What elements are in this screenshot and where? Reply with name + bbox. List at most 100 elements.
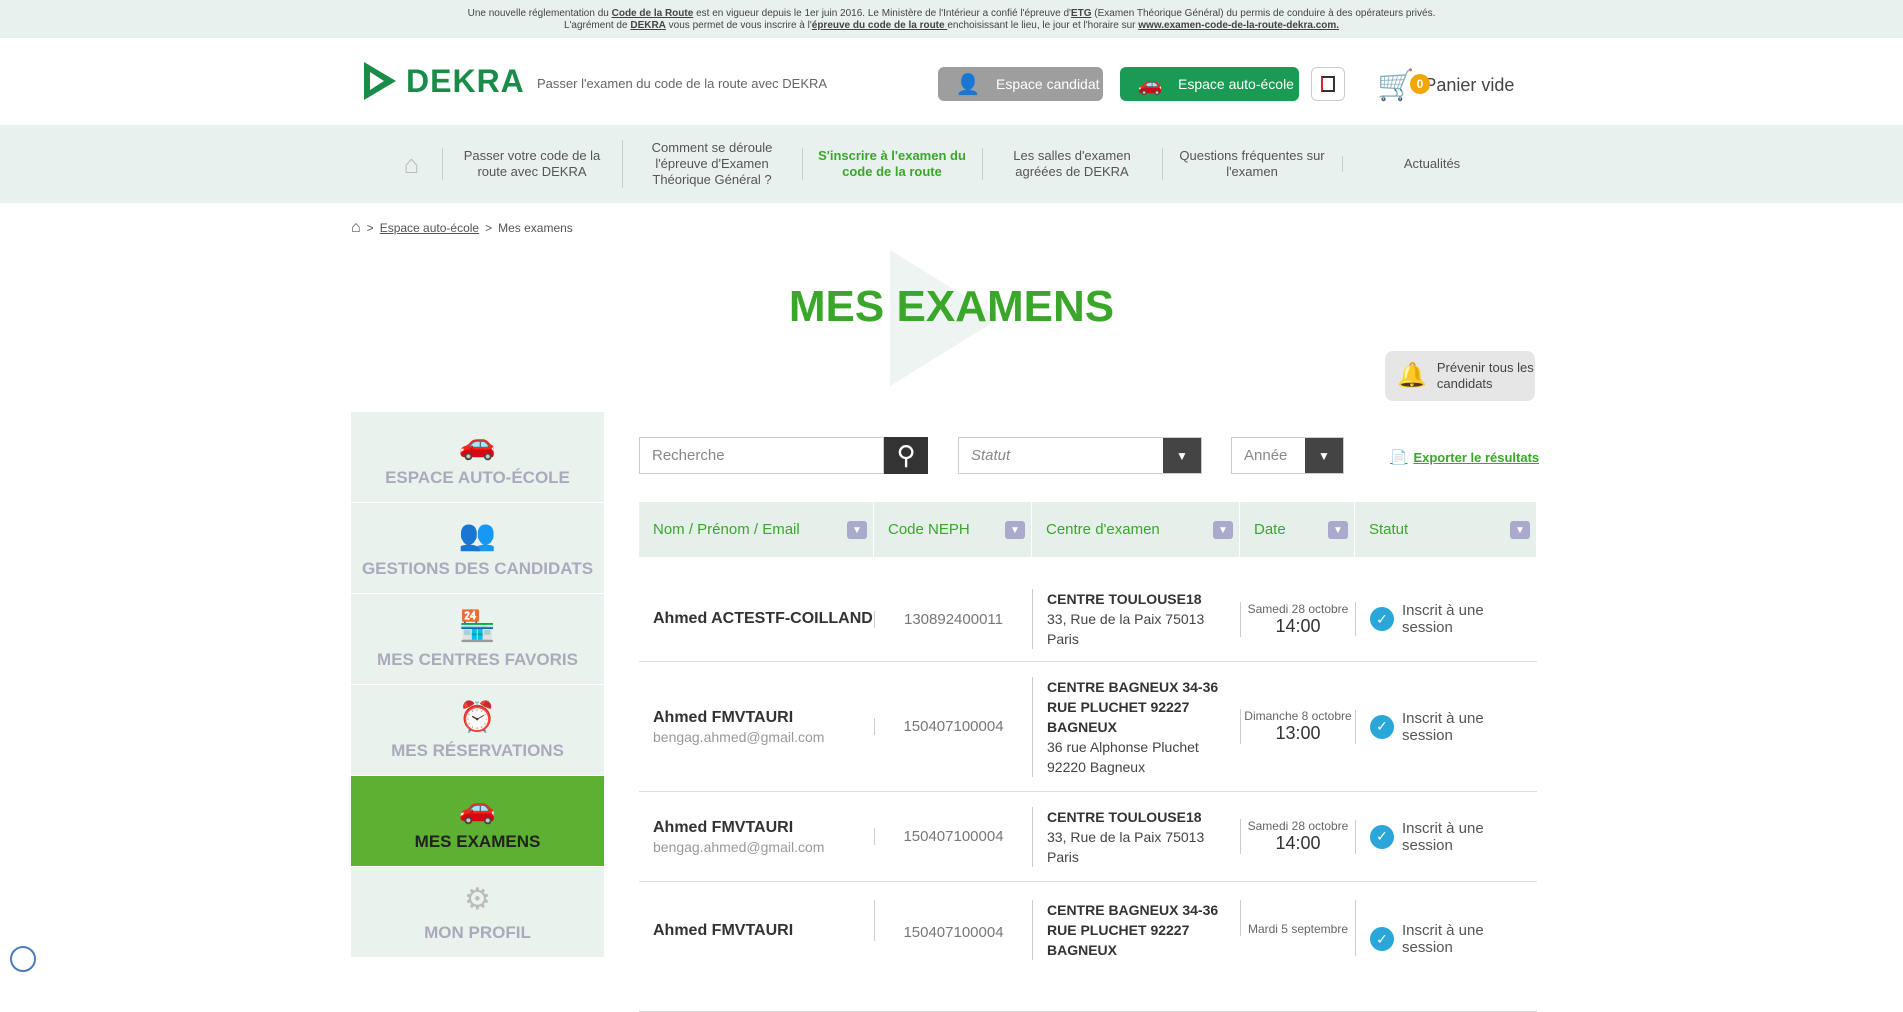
notify-all-button[interactable]: 🔔 Prévenir tous les candidats [1385, 351, 1535, 401]
sidebar-item-label: ESPACE AUTO-ÉCOLE [385, 468, 570, 487]
check-icon: ✓ [1370, 714, 1394, 739]
help-widget-icon[interactable] [10, 946, 36, 972]
wallet-clock-icon: ⏰ [458, 701, 497, 734]
table-row[interactable]: Ahmed FMVTAURI bengag.ahmed@gmail.com 150… [639, 792, 1537, 882]
centre-name: CENTRE TOULOUSE18 [1047, 808, 1202, 825]
etg-link[interactable]: ETG [1071, 8, 1092, 19]
cell-statut: ✓ Inscrit à une session [1355, 709, 1537, 744]
code-route-link[interactable]: Code de la Route [612, 8, 694, 19]
candidate-name: Ahmed ACTESTF-COILLAND [653, 610, 873, 627]
sidebar-item-profil[interactable]: ⚙ MON PROFIL [351, 867, 604, 958]
user-wheel-icon: ⚙ [464, 883, 491, 916]
annee-placeholder: Année [1244, 447, 1288, 464]
candidate-name: Ahmed FMVTAURI [653, 922, 794, 939]
statut-select[interactable]: Statut ▼ [958, 437, 1202, 474]
home-icon[interactable]: ⌂ [382, 149, 442, 180]
table-row[interactable]: Ahmed FMVTAURI 150407100004 CENTRE BAGNE… [639, 882, 1537, 1012]
cell-centre: CENTRE TOULOUSE18 33, Rue de la Paix 7501… [1032, 589, 1240, 649]
epreuve-link[interactable]: épreuve du code de la route [812, 20, 948, 31]
cell-statut: ✓ Inscrit à une session [1355, 602, 1537, 636]
table-row[interactable]: Ahmed FMVTAURI bengag.ahmed@gmail.com 150… [639, 662, 1537, 792]
cell-centre: CENTRE BAGNEUX 34-36 RUE PLUCHET 92227 B… [1032, 676, 1240, 777]
cell-date: Dimanche 8 octobre 13:00 [1240, 709, 1355, 744]
breadcrumb-separator: > [485, 221, 493, 235]
centre-city: Paris [1047, 848, 1079, 865]
announcement-line-2: L'agrément de DEKRA vous permet de vous … [0, 20, 1903, 32]
centre-city: 92220 Bagneux [1047, 758, 1146, 775]
cell-neph: 150407100004 [874, 718, 1032, 735]
nav-actualites[interactable]: Actualités [1341, 156, 1522, 172]
cart-count-badge: 0 [1410, 74, 1430, 94]
chevron-down-icon[interactable]: ▼ [1510, 521, 1530, 539]
centre-address: 36 rue Alphonse Pluchet [1047, 738, 1199, 755]
exam-day: Samedi 28 octobre [1247, 819, 1349, 833]
sidebar-item-label: MES CENTRES FAVORIS [377, 650, 578, 669]
table-row[interactable]: Ahmed ACTESTF-COILLAND 130892400011 CENT… [639, 557, 1537, 662]
announcement-text: (Examen Théorique Général) du permis de … [1091, 8, 1436, 19]
home-icon[interactable]: ⌂ [351, 219, 361, 237]
th-nom[interactable]: Nom / Prénom / Email ▼ [639, 502, 874, 557]
status-text: Inscrit à une session [1402, 922, 1484, 956]
th-centre[interactable]: Centre d'examen ▼ [1032, 502, 1240, 557]
th-neph[interactable]: Code NEPH ▼ [874, 502, 1032, 557]
sidebar-item-candidats[interactable]: 👥 GESTIONS DES CANDIDATS [351, 503, 604, 594]
sidebar-item-centres[interactable]: 🏪 MES CENTRES FAVORIS [351, 594, 604, 685]
candidate-name: Ahmed FMVTAURI [653, 818, 794, 836]
th-statut[interactable]: Statut ▼ [1355, 502, 1537, 557]
chevron-down-icon: ▼ [1163, 438, 1201, 473]
exam-day: Dimanche 8 octobre [1244, 709, 1352, 723]
title-wrap: MES EXAMENS [0, 250, 1903, 332]
main-nav: ⌂ Passer votre code de la route avec DEK… [0, 125, 1903, 203]
nav-passer-code[interactable]: Passer votre code de la route avec DEKRA [441, 148, 622, 180]
sidebar-item-label: MON PROFIL [424, 923, 531, 942]
chevron-down-icon: ▼ [1305, 438, 1343, 473]
sidebar-item-label: MES EXAMENS [414, 832, 541, 851]
breadcrumb-link-espace-autoecole[interactable]: Espace auto-école [380, 221, 479, 235]
dekra-logo[interactable]: DEKRA [364, 62, 525, 100]
th-date[interactable]: Date ▼ [1240, 502, 1355, 557]
export-label: Exporter le résultats [1413, 450, 1540, 465]
website-link[interactable]: www.examen-code-de-la-route-dekra.com. [1138, 20, 1339, 31]
sidebar-item-espace-autoecole[interactable]: 🚗 ESPACE AUTO-ÉCOLE [351, 412, 604, 503]
announcement-line-1: Une nouvelle réglementation du Code de l… [0, 8, 1903, 20]
export-link[interactable]: 📄 Exporter le résultats [1390, 449, 1539, 466]
exam-day: Samedi 28 octobre [1247, 601, 1349, 616]
centre-city: Paris [1047, 631, 1079, 647]
sidebar-item-label: MES RÉSERVATIONS [391, 741, 564, 760]
store-star-icon: 🏪 [458, 610, 497, 643]
th-label: Code NEPH [888, 521, 970, 538]
tagline: Passer l'examen du code de la route avec… [537, 76, 828, 91]
cell-statut: ✓ Inscrit à une session [1355, 900, 1537, 956]
cart-icon: 🛒 0 [1377, 68, 1430, 103]
cell-date: Samedi 28 octobre 14:00 [1240, 819, 1355, 854]
espace-candidat-button[interactable]: 👤 Espace candidat [938, 67, 1103, 101]
chevron-down-icon[interactable]: ▼ [847, 521, 867, 539]
sidebar-item-reservations[interactable]: ⏰ MES RÉSERVATIONS [351, 685, 604, 776]
announcement-text: enchoisissant le lieu, le jour et l'hora… [947, 20, 1139, 31]
cell-nom: Ahmed FMVTAURI bengag.ahmed@gmail.com [639, 819, 874, 855]
exam-time: 13:00 [1275, 723, 1321, 743]
logo-text: DEKRA [406, 62, 525, 99]
dekra-link[interactable]: DEKRA [630, 20, 666, 31]
logout-button[interactable] [1311, 67, 1345, 101]
sidebar-item-examens[interactable]: 🚗 MES EXAMENS [351, 776, 604, 867]
espace-autoecole-button[interactable]: 🚗 Espace auto-école [1120, 67, 1299, 101]
centre-address: 33, Rue de la Paix 75013 [1047, 611, 1205, 627]
nav-deroulement[interactable]: Comment se déroule l'épreuve d'Examen Th… [621, 140, 802, 188]
nav-salles[interactable]: Les salles d'examen agréées de DEKRA [981, 148, 1162, 180]
nav-faq[interactable]: Questions fréquentes sur l'examen [1161, 148, 1342, 180]
user-car-icon: 🚗 [458, 792, 497, 825]
search-button[interactable]: ⚲ [884, 437, 928, 474]
nav-inscrire[interactable]: S'inscrire à l'examen du code de la rout… [801, 148, 982, 180]
chevron-down-icon[interactable]: ▼ [1328, 521, 1348, 539]
cell-date: Samedi 28 octobre 14:00 [1240, 601, 1355, 637]
annee-select[interactable]: Année ▼ [1231, 437, 1344, 474]
cell-statut: ✓ Inscrit à une session [1355, 819, 1537, 854]
cart[interactable]: 🛒 0 Panier vide [1377, 68, 1514, 103]
cart-label: Panier vide [1424, 75, 1515, 95]
chevron-down-icon[interactable]: ▼ [1213, 521, 1233, 539]
search-input[interactable]: Recherche [639, 437, 884, 474]
chevron-down-icon[interactable]: ▼ [1005, 521, 1025, 539]
exams-table: Nom / Prénom / Email ▼ Code NEPH ▼ Centre … [639, 502, 1537, 1012]
breadcrumb-separator: > [366, 221, 374, 235]
